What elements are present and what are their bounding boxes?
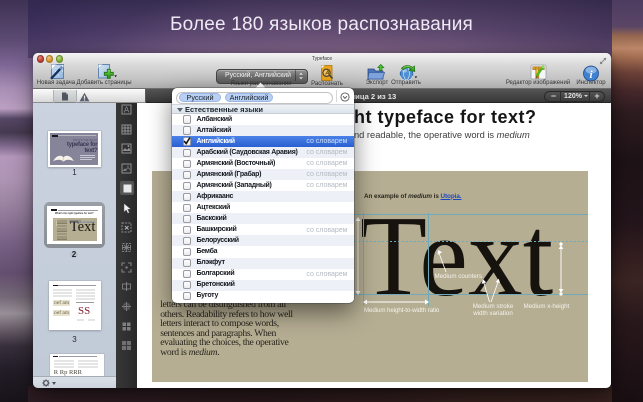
svg-text:A: A — [126, 166, 130, 172]
svg-text:A: A — [124, 106, 130, 115]
